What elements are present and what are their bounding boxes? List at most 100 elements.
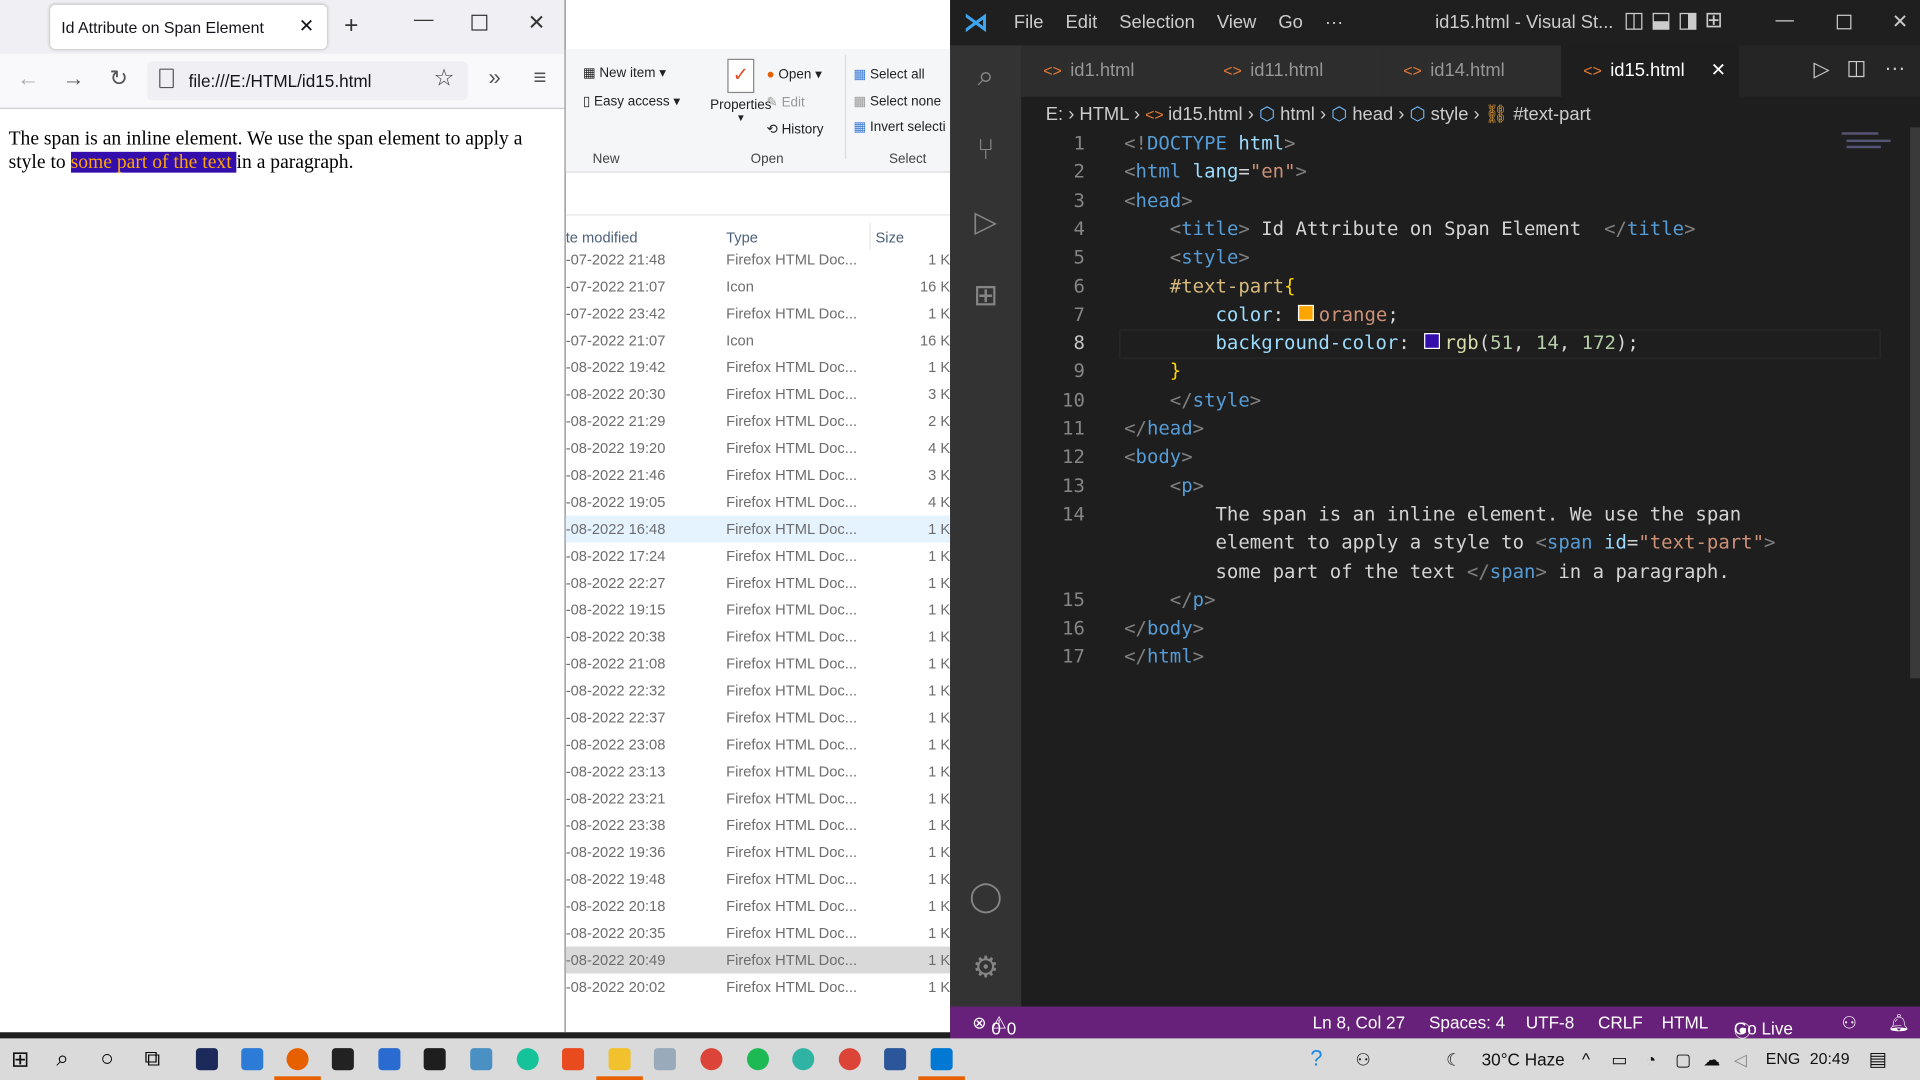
file-row[interactable]: -08-2022 20:35 Firefox HTML Doc... 1 K [566,920,950,947]
menu-view[interactable]: View [1217,12,1256,33]
calculator-icon[interactable] [470,1048,493,1071]
close-tab-icon[interactable]: ✕ [1711,59,1726,81]
properties-button[interactable]: ✓ Properties ▼ [707,58,776,124]
app-icon[interactable] [653,1048,676,1071]
tab-id11[interactable]: <> id11.html [1201,45,1383,97]
clock[interactable]: 20:49 [1810,1049,1850,1067]
history-button[interactable]: ⟲ History [767,121,824,137]
code-line[interactable]: <p> [1124,475,1204,497]
file-row[interactable]: -08-2022 23:38 Firefox HTML Doc... 1 K [566,812,950,839]
file-row[interactable]: -08-2022 19:15 Firefox HTML Doc... 1 K [566,596,950,623]
layout-icons[interactable]: ◫ ⬓ ◨ ⊞ [1624,7,1723,33]
notifications-bell-icon[interactable]: 🔔︎ [1888,1013,1910,1034]
select-all-button[interactable]: ▦ Select all [853,66,924,82]
run-icon[interactable]: ▷ [1813,58,1829,82]
code-line[interactable]: <title> Id Attribute on Span Element </t… [1124,218,1696,240]
file-row[interactable]: -08-2022 20:18 Firefox HTML Doc... 1 K [566,893,950,920]
dropbox-icon[interactable] [423,1048,446,1071]
bookmark-star-icon[interactable]: ☆ [433,65,454,93]
tab-id14[interactable]: <> id14.html [1381,45,1563,97]
account-icon[interactable]: ◯ [966,879,1005,918]
file-row[interactable]: -08-2022 22:32 Firefox HTML Doc... 1 K [566,677,950,704]
select-none-button[interactable]: ▦ Select none [853,93,941,109]
search-icon[interactable]: ⌕ [56,1046,68,1072]
more-actions-icon[interactable]: ··· [1884,56,1905,80]
wifi-icon[interactable]: ◔ [1646,1049,1656,1069]
forward-icon[interactable]: → [56,66,90,92]
tab-id15[interactable]: <> id15.html ✕ [1561,45,1741,97]
file-row[interactable]: -08-2022 21:46 Firefox HTML Doc... 3 K [566,462,950,489]
easy-access-button[interactable]: ▯ Easy access ▾ [583,93,680,109]
close-tab-icon[interactable]: ✕ [299,15,314,37]
file-row[interactable]: -08-2022 19:20 Firefox HTML Doc... 4 K [566,435,950,462]
code-line[interactable]: some part of the text </span> in a parag… [1124,560,1729,582]
scrollbar[interactable] [1910,127,1920,679]
menu-icon[interactable]: ≡ [523,65,557,91]
file-row[interactable]: -07-2022 21:48 Firefox HTML Doc... 1 K [566,246,950,273]
code-line[interactable]: background-color: rgb(51, 14, 172); [1124,332,1638,354]
code-line[interactable]: <!DOCTYPE html> [1124,132,1295,154]
encoding[interactable]: UTF-8 [1526,1013,1575,1033]
file-row[interactable]: -07-2022 21:07 Icon 16 K [566,273,950,300]
language-indicator[interactable]: ENG [1766,1049,1800,1067]
file-row[interactable]: -08-2022 23:13 Firefox HTML Doc... 1 K [566,758,950,785]
maximize-button[interactable] [1836,14,1852,30]
show-hidden-icons[interactable]: ^ [1582,1049,1590,1069]
source-control-icon[interactable]: ⑂ [966,133,1005,172]
mail-icon[interactable] [241,1048,264,1071]
file-row[interactable]: -08-2022 22:27 Firefox HTML Doc... 1 K [566,569,950,596]
file-row[interactable]: -08-2022 20:38 Firefox HTML Doc... 1 K [566,623,950,650]
file-row[interactable]: -07-2022 23:42 Firefox HTML Doc... 1 K [566,300,950,327]
breadcrumb-item[interactable]: head [1352,104,1393,125]
edge-icon[interactable] [792,1048,815,1071]
close-window-button[interactable]: ✕ [528,11,545,35]
menu-selection[interactable]: Selection [1119,12,1195,33]
url-text[interactable]: file:///E:/HTML/id15.html [189,71,372,91]
maximize-button[interactable] [471,14,488,31]
code-line[interactable]: </style> [1124,389,1261,411]
battery-icon[interactable]: ▭ [1611,1049,1627,1070]
task-view-icon[interactable]: ⧉ [144,1046,160,1072]
store-icon[interactable] [378,1048,401,1071]
new-tab-button[interactable]: + [344,12,358,40]
file-row[interactable]: -08-2022 19:05 Firefox HTML Doc... 4 K [566,489,950,516]
file-row[interactable]: -08-2022 19:42 Firefox HTML Doc... 1 K [566,354,950,381]
file-row[interactable]: -08-2022 23:08 Firefox HTML Doc... 1 K [566,731,950,758]
open-button[interactable]: ● Open ▾ [767,66,822,82]
code-line[interactable]: element to apply a style to <span id="te… [1124,532,1775,554]
cursor-position[interactable]: Ln 8, Col 27 [1313,1013,1405,1033]
code-line[interactable]: #text-part{ [1124,275,1296,297]
onedrive-icon[interactable]: ☁ [1703,1049,1720,1070]
chrome-profile-icon[interactable] [838,1048,861,1071]
column-date-modified[interactable]: te modified [566,229,638,246]
problems-indicator[interactable]: ⊗ 0 ⚠ 0 [972,1013,1016,1039]
code-line[interactable]: } [1124,360,1181,382]
tab-id1[interactable]: <> id1.html [1021,45,1203,97]
volume-icon[interactable]: ◁ [1734,1049,1747,1070]
color-swatch[interactable] [1297,304,1314,321]
menu-go[interactable]: Go [1278,12,1303,33]
new-item-button[interactable]: ▦ New item ▾ [583,65,666,81]
minimize-button[interactable]: — [414,10,434,32]
browser-tab[interactable]: Id Attribute on Span Element ✕ [50,4,327,49]
code-line[interactable]: <body> [1124,446,1193,468]
file-row[interactable]: -08-2022 19:48 Firefox HTML Doc... 1 K [566,866,950,893]
file-row[interactable]: -08-2022 22:37 Firefox HTML Doc... 1 K [566,704,950,731]
close-window-button[interactable]: ✕ [1892,10,1908,34]
column-size[interactable]: Size [876,229,905,246]
reload-icon[interactable]: ↻ [102,66,136,92]
file-row[interactable]: -08-2022 20:30 Firefox HTML Doc... 3 K [566,381,950,408]
weather-text[interactable]: 30°C Haze [1482,1049,1565,1069]
invert-selection-button[interactable]: ▦ Invert selecti [853,119,945,135]
office-icon[interactable] [562,1048,585,1071]
code-line[interactable]: The span is an inline element. We use th… [1124,503,1741,525]
overflow-chevron-icon[interactable]: » [478,65,512,91]
menu-file[interactable]: File [1014,12,1044,33]
spotify-icon[interactable] [746,1048,769,1071]
language-mode[interactable]: HTML [1662,1013,1709,1033]
terminal-icon[interactable] [331,1048,354,1071]
line-ending[interactable]: CRLF [1598,1013,1643,1033]
file-row[interactable]: -08-2022 19:36 Firefox HTML Doc... 1 K [566,839,950,866]
breadcrumb-item[interactable]: #text-part [1513,104,1591,125]
minimize-button[interactable]: — [1776,10,1794,31]
